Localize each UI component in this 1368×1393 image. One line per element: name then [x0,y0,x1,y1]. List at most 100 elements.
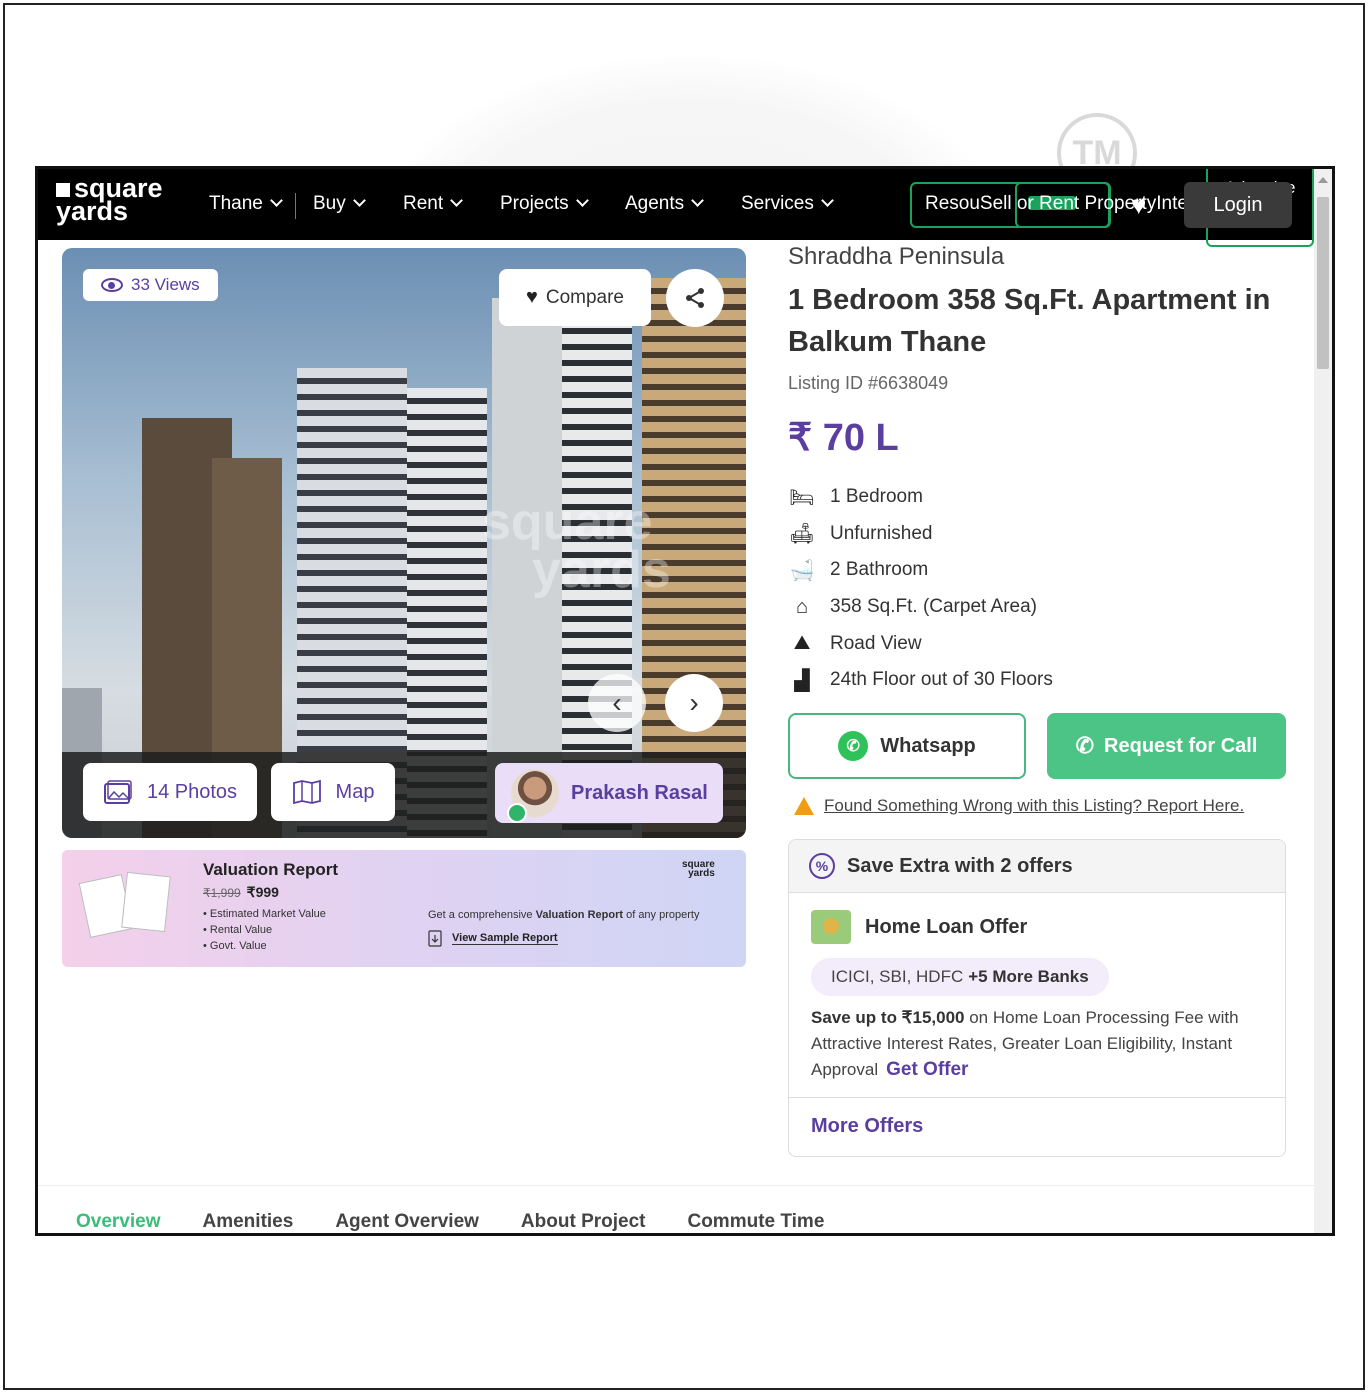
road-view-icon: ⛰ [793,632,811,655]
loan-offer-description: Save up to ₹15,000 on Home Loan Processi… [811,1008,1239,1080]
offers-panel: % Save Extra with 2 offers Home Loan Off… [788,839,1286,1157]
discount-icon: % [809,853,835,879]
photo-icon [103,780,132,804]
nav-agents[interactable]: Agents [625,193,705,215]
phone-icon: ✆ [1075,733,1095,758]
square-yards-logo: square yards [682,859,715,879]
whatsapp-button[interactable]: ✆ Whatsapp [788,713,1026,779]
warning-icon [794,797,814,815]
more-offers-link[interactable]: More Offers [811,1115,923,1138]
scroll-up-arrow-icon[interactable] [1318,177,1328,183]
get-offer-link[interactable]: Get Offer [886,1059,968,1080]
whatsapp-icon: ✆ [838,731,869,761]
list-item: Rental Value [203,922,326,938]
sofa-icon: 🛋 [789,523,815,546]
listing-id: Listing ID #6638049 [788,373,949,393]
valuation-title: Valuation Report [203,860,339,879]
agent-name: Prakash Rasal [571,781,708,804]
list-item: Estimated Market Value [203,906,326,922]
agent-contact-button[interactable]: Prakash Rasal [495,763,723,823]
nav-buy[interactable]: Buy [313,193,366,215]
document-image [121,871,171,933]
photos-label: 14 Photos [146,780,238,803]
list-item: Govt. Value [203,938,326,954]
feature-furnishing: 🛋 Unfurnished [789,522,933,546]
logo-square-icon [56,183,70,197]
share-button[interactable] [666,269,724,327]
map-label: Map [335,780,375,803]
logo[interactable]: square yards [56,175,163,225]
eye-icon [101,278,123,292]
report-documents-icon [78,871,172,938]
phone-badge-icon [507,803,527,823]
project-name[interactable]: Shraddha Peninsula [788,243,1004,271]
home-loan-offer: Home Loan Offer [811,910,1027,944]
report-listing: Found Something Wrong with this Listing?… [794,796,1244,816]
chevron-down-icon [575,194,589,207]
login-button[interactable]: Login [1184,182,1292,228]
discounted-price: ₹999 [246,884,279,900]
feature-list: 🛏 1 Bedroom 🛋 Unfurnished 🛁 2 Bathroom ⌂ 358… [788,479,1053,699]
tab-overview[interactable]: Overview [76,1211,161,1233]
tab-agent-overview[interactable]: Agent Overview [335,1211,479,1233]
browser-viewport: square yards Thane Buy Rent Projects Age… [35,166,1335,1236]
banks-chip[interactable]: ICICI, SBI, HDFC +5 More Banks [811,958,1109,996]
divider [789,1097,1285,1098]
feature-area: ⌂ 358 Sq.Ft. (Carpet Area) [788,589,1053,626]
original-price: ₹1,999 [203,886,241,900]
compare-label: Compare [545,286,625,308]
bed-icon: 🛏 [789,486,815,509]
tab-commute-time[interactable]: Commute Time [687,1211,824,1233]
feature-floor: ▟ 24th Floor out of 30 Floors [788,662,1053,699]
heart-icon: ♥ [525,286,538,308]
chevron-down-icon [820,194,834,207]
feature-bedrooms: 🛏 1 Bedroom [789,486,923,509]
share-icon [686,288,704,308]
section-tabs: Overview Amenities Agent Overview About … [76,1211,824,1233]
map-button[interactable]: Map [271,763,395,821]
chevron-down-icon [352,194,366,207]
heart-icon[interactable]: ♥ [1131,192,1146,218]
download-document-icon [428,930,442,947]
chevron-down-icon [450,194,464,207]
nav-city-selector[interactable]: Thane [209,193,283,215]
floor-icon: ▟ [794,669,810,692]
home-icon: ⌂ [795,595,809,618]
previous-image-button[interactable]: ‹ [588,674,646,732]
page-title: 1 Bedroom 358 Sq.Ft. Apartment in Balkum… [788,284,1271,358]
valuation-description: Get a comprehensive Valuation Report of … [428,909,700,921]
next-image-button[interactable]: › [665,674,723,732]
image-watermark: square yards [482,493,671,599]
request-call-button[interactable]: ✆ Request for Call [1047,713,1286,779]
property-image-gallery[interactable]: square yards 33 Views ♥ Compare ‹ › 14 Ph… [62,248,746,838]
chevron-down-icon [691,194,705,207]
bathtub-icon: 🛁 [789,559,815,582]
nav-divider [295,193,296,219]
feature-bathrooms: 🛁 2 Bathroom [789,559,929,582]
avatar [507,769,559,823]
valuation-report-banner[interactable]: Valuation Report ₹1,999 ₹999 Estimated Ma… [62,850,746,967]
nav-rent[interactable]: Rent [403,193,464,215]
tab-amenities[interactable]: Amenities [203,1211,294,1233]
views-badge: 33 Views [83,269,218,301]
tab-about-project[interactable]: About Project [521,1211,646,1233]
feature-view: ⛰ Road View [788,625,1053,662]
compare-button[interactable]: ♥ Compare [499,269,651,326]
valuation-points: Estimated Market Value Rental Value Govt… [203,906,326,954]
money-icon [811,910,851,944]
chevron-left-icon: ‹ [612,687,622,718]
top-navbar: square yards Thane Buy Rent Projects Age… [38,169,1332,247]
offers-header: % Save Extra with 2 offers [789,840,1285,893]
nav-projects[interactable]: Projects [500,193,589,215]
photos-button[interactable]: 14 Photos [83,763,257,821]
view-sample-report-link[interactable]: View Sample Report [428,930,558,947]
listing-price: ₹ 70 L [788,417,899,459]
views-count: 33 Views [131,275,200,294]
scroll-thumb[interactable] [1317,197,1329,369]
nav-services[interactable]: Services [741,193,834,215]
vertical-scrollbar[interactable] [1314,169,1332,1233]
divider [38,1185,1314,1186]
chevron-down-icon [270,194,283,207]
report-listing-link[interactable]: Found Something Wrong with this Listing?… [824,796,1244,816]
map-icon [292,779,321,805]
